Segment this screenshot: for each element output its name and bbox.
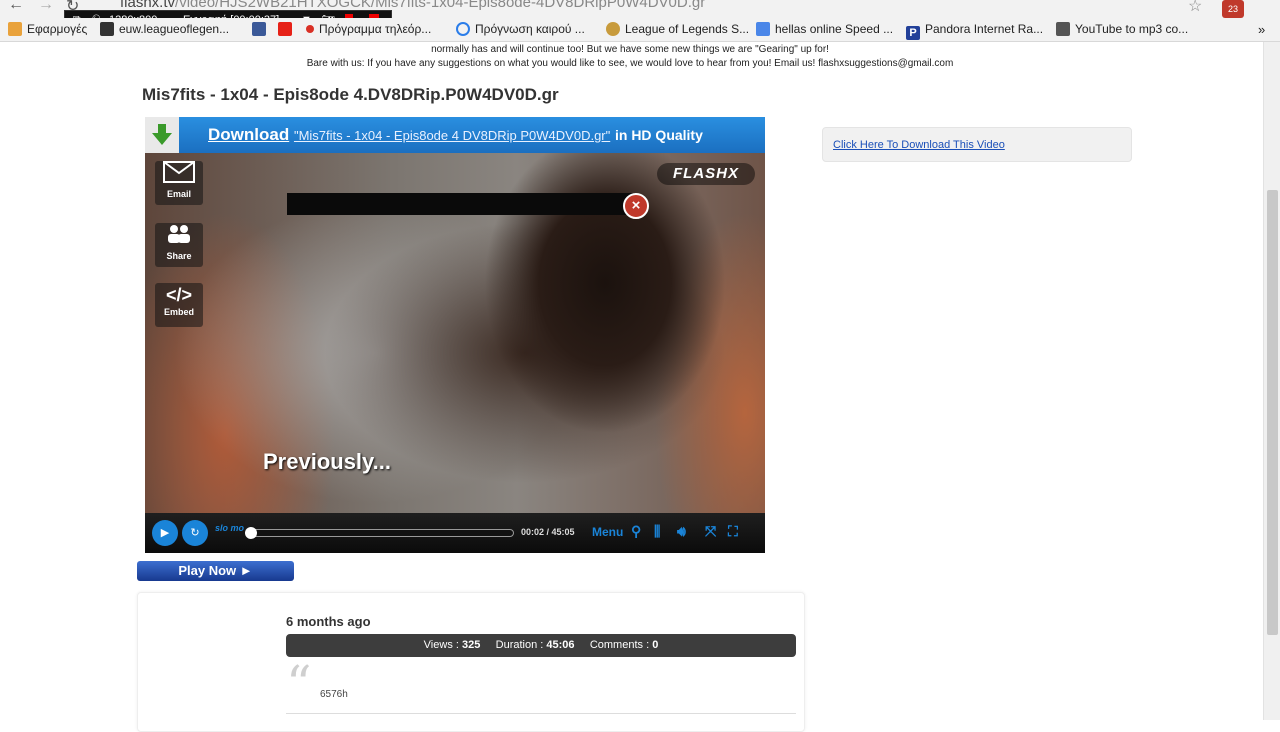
video-frame[interactable]: FLASHX × Email Share </> Embed Previousl…	[145, 153, 765, 513]
facebook-icon	[252, 22, 266, 36]
volume-icon[interactable]: 🔊︎	[677, 523, 686, 540]
overlay-ad-bar[interactable]	[287, 193, 635, 215]
email-icon	[155, 161, 203, 189]
flashx-logo: FLASHX	[657, 163, 755, 185]
player-controls: ▶ ↻ slo mo 00:02 / 45:05 Menu ⚲ ⫼ 🔊︎ ⤧ ⛶	[145, 513, 765, 553]
share-label: Share	[166, 251, 192, 261]
page-title: Mis7fits - 1x04 - Epis8ode 4.DV8DRip.P0W…	[142, 85, 559, 104]
apps-icon	[8, 22, 22, 36]
embed-icon: </>	[165, 285, 193, 305]
fullscreen-icon[interactable]: ⛶	[728, 523, 738, 540]
download-panel: Click Here To Download This Video	[822, 127, 1132, 162]
video-description: 6576h	[320, 689, 348, 700]
download-file-name[interactable]: "Mis7fits - 1x04 - Epis8ode 4 DV8DRip P0…	[294, 128, 610, 143]
star-icon[interactable]: ☆	[1188, 0, 1202, 16]
share-icon	[155, 223, 203, 251]
download-video-link[interactable]: Click Here To Download This Video	[833, 139, 1005, 151]
intro-text-1: normally has and will continue too! But …	[431, 44, 829, 55]
divider	[286, 713, 796, 714]
download-label[interactable]: Download	[208, 125, 289, 144]
bookmark-tv[interactable]: Πρόγραμμα τηλεόρ...	[306, 22, 431, 36]
bookmark-weather[interactable]: Πρόγνωση καιρού ...	[456, 22, 585, 36]
weather-icon	[456, 22, 470, 36]
embed-button[interactable]: </> Embed	[155, 283, 203, 327]
views-count: 325	[462, 639, 481, 651]
bookmark-euw[interactable]: euw.leagueoflegen...	[100, 22, 229, 36]
speed-icon	[756, 22, 770, 36]
video-player[interactable]: Download "Mis7fits - 1x04 - Epis8ode 4 D…	[145, 117, 765, 553]
download-link[interactable]: Download "Mis7fits - 1x04 - Epis8ode 4 D…	[208, 125, 703, 145]
comments-count: 0	[652, 639, 659, 651]
convert-icon	[1056, 22, 1070, 36]
bookmark-ytmp3[interactable]: YouTube to mp3 co...	[1056, 22, 1188, 36]
play-icon[interactable]: ▶	[152, 520, 178, 546]
embed-label: Embed	[163, 307, 194, 317]
search-icon[interactable]: ⚲	[631, 523, 641, 540]
pandora-icon: P	[906, 26, 920, 40]
bookmark-youtube[interactable]	[278, 22, 297, 36]
back-icon[interactable]: ←	[8, 0, 24, 14]
menu-button[interactable]: Menu	[592, 525, 623, 539]
youtube-icon	[278, 22, 292, 36]
bookmark-apps[interactable]: Εφαρμογές	[8, 22, 87, 36]
quality-icon[interactable]: ⫼	[654, 523, 660, 540]
scrollbar[interactable]	[1263, 42, 1280, 720]
share-button[interactable]: Share	[155, 223, 203, 267]
bookmarks-more[interactable]: »	[1258, 22, 1265, 37]
quote-icon: “	[286, 655, 312, 713]
time-display: 00:02 / 45:05	[521, 527, 575, 537]
download-banner[interactable]: Download "Mis7fits - 1x04 - Epis8ode 4 D…	[145, 117, 765, 153]
progress-bar[interactable]	[248, 529, 514, 537]
slomo-button[interactable]: slo mo	[215, 524, 244, 533]
comments-label: Comments :	[589, 639, 650, 651]
bookmark-hellas[interactable]: hellas online Speed ...	[756, 22, 893, 36]
play-now-button[interactable]: Play Now ►	[137, 561, 294, 581]
close-icon[interactable]: ×	[623, 193, 649, 219]
tv-icon	[306, 25, 314, 33]
scrollbar-thumb[interactable]	[1267, 190, 1278, 635]
duration-label: Duration :	[495, 639, 544, 651]
email-label: Email	[166, 189, 191, 199]
download-quality-text: in HD Quality	[614, 127, 703, 143]
progress-handle[interactable]	[245, 527, 257, 539]
video-info-box: 6 months ago Views : 325 Duration : 45:0…	[137, 592, 805, 732]
intro-text-2: Bare with us: If you have any suggestion…	[306, 58, 954, 69]
views-label: Views :	[423, 639, 459, 651]
duration-value: 45:06	[546, 639, 575, 651]
stats-bar: Views : 325 Duration : 45:06 Comments : …	[286, 634, 796, 657]
download-arrow-icon[interactable]	[145, 117, 179, 153]
lol-icon	[606, 22, 620, 36]
bookmark-pandora[interactable]: P Pandora Internet Ra...	[906, 22, 1043, 40]
bookmark-facebook[interactable]	[252, 22, 271, 36]
upload-date: 6 months ago	[286, 614, 371, 629]
profile-badge[interactable]: 23	[1222, 0, 1244, 18]
forward-icon[interactable]: →	[38, 0, 54, 14]
email-button[interactable]: Email	[155, 161, 203, 205]
resize-icon[interactable]: ⤧	[705, 523, 716, 540]
bookmarks-bar: Εφαρμογές euw.leagueoflegen... Πρόγραμμα…	[0, 18, 1280, 42]
video-caption: Previously...	[263, 449, 391, 474]
lol-icon	[100, 22, 114, 36]
bookmark-lol[interactable]: League of Legends S...	[606, 22, 749, 36]
replay-icon[interactable]: ↻	[182, 520, 208, 546]
